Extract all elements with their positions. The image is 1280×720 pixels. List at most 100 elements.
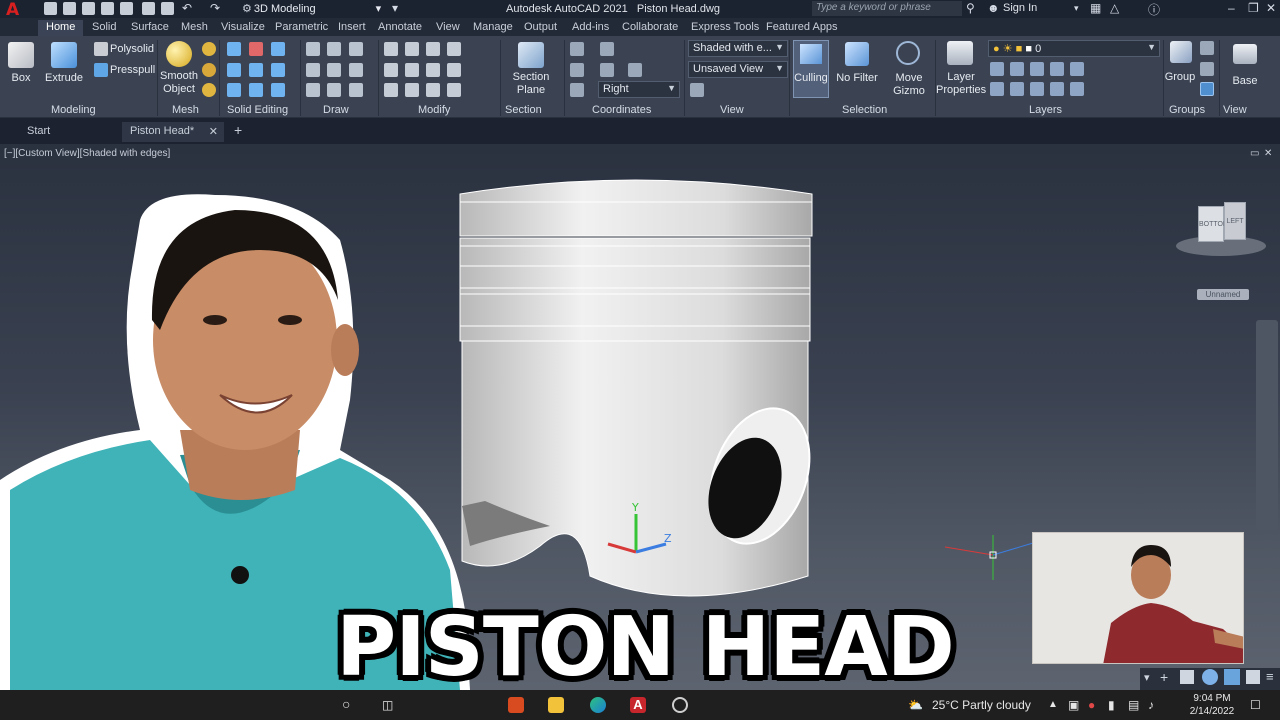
helix-icon[interactable] bbox=[327, 83, 341, 97]
tab-parametric[interactable]: Parametric bbox=[275, 21, 328, 33]
offset-icon[interactable] bbox=[426, 83, 440, 97]
file-explorer-icon[interactable] bbox=[548, 697, 564, 713]
open-file-icon[interactable] bbox=[63, 2, 76, 15]
mesh-tool-icon[interactable] bbox=[202, 63, 216, 77]
section-plane-icon[interactable] bbox=[518, 42, 544, 68]
union-icon[interactable] bbox=[227, 42, 241, 56]
restore-icon[interactable]: ❐ bbox=[1248, 1, 1259, 15]
base-button[interactable]: Base bbox=[1228, 75, 1262, 88]
close-icon[interactable]: ✕ bbox=[1266, 1, 1276, 15]
clean-screen-icon[interactable] bbox=[1246, 670, 1260, 684]
tab-view[interactable]: View bbox=[436, 21, 460, 33]
panel-draw-label[interactable]: Draw bbox=[323, 104, 349, 117]
intersect-icon[interactable] bbox=[271, 42, 285, 56]
plot-icon[interactable] bbox=[142, 2, 155, 15]
system-clock[interactable]: 9:04 PM 2/14/2022 bbox=[1188, 692, 1236, 718]
print-icon[interactable] bbox=[161, 2, 174, 15]
array-icon[interactable] bbox=[405, 42, 419, 56]
ucs-origin-icon[interactable] bbox=[570, 63, 584, 77]
panel-section-label[interactable]: Section bbox=[505, 104, 542, 117]
search-input[interactable]: Type a keyword or phrase bbox=[812, 1, 962, 16]
layer-tool-icon[interactable] bbox=[1010, 82, 1024, 96]
scale-icon[interactable] bbox=[405, 83, 419, 97]
panel-view-base-label[interactable]: View bbox=[1223, 104, 1247, 117]
cart-icon[interactable]: ▦ bbox=[1090, 1, 1101, 15]
isolate-objects-icon[interactable] bbox=[1202, 669, 1218, 685]
customization-icon[interactable]: ≡ bbox=[1266, 669, 1274, 684]
customize-qat-icon[interactable]: ▾ bbox=[392, 1, 398, 15]
panel-view-label[interactable]: View bbox=[720, 104, 744, 117]
viewport-controls-label[interactable]: [−][Custom View][Shaded with edges] bbox=[4, 148, 170, 159]
layer-properties-button[interactable]: Layer Properties bbox=[936, 71, 986, 97]
microphone-icon[interactable]: ▮ bbox=[1108, 698, 1115, 712]
filter-icon[interactable] bbox=[845, 42, 869, 66]
ellipse-icon[interactable] bbox=[349, 63, 363, 77]
panel-layers-label[interactable]: Layers bbox=[1029, 104, 1062, 117]
panel-solid-editing-label[interactable]: Solid Editing bbox=[227, 104, 288, 117]
ungroup-icon[interactable] bbox=[1200, 41, 1214, 55]
tab-featured-apps[interactable]: Featured Apps bbox=[766, 21, 838, 33]
tab-start[interactable]: Start bbox=[27, 125, 50, 137]
web-mobile-icon[interactable] bbox=[120, 2, 133, 15]
viewcube-face-bottom[interactable]: BOTTOM bbox=[1198, 206, 1229, 242]
extract-edges-icon[interactable] bbox=[249, 63, 263, 77]
chevron-up-icon[interactable]: ▲ bbox=[1048, 699, 1058, 710]
layer-tool-icon[interactable] bbox=[1010, 62, 1024, 76]
layer-tool-icon[interactable] bbox=[1030, 82, 1044, 96]
close-viewport-icon[interactable]: ✕ bbox=[1264, 148, 1272, 159]
copy-icon[interactable] bbox=[384, 63, 398, 77]
new-file-icon[interactable] bbox=[44, 2, 57, 15]
workspace-switcher[interactable]: ⚙ 3D Modeling ▾ bbox=[242, 2, 381, 15]
group-button[interactable]: Group bbox=[1163, 71, 1197, 84]
polysolid-button[interactable]: Polysolid bbox=[110, 43, 154, 56]
tab-collaborate[interactable]: Collaborate bbox=[622, 21, 678, 33]
ucs-face-icon[interactable] bbox=[570, 83, 584, 97]
network-icon[interactable]: ▤ bbox=[1128, 698, 1139, 712]
move-gizmo-icon[interactable] bbox=[896, 41, 920, 65]
notifications-icon[interactable]: ☐ bbox=[1250, 698, 1261, 712]
spline-icon[interactable] bbox=[349, 83, 363, 97]
new-tab-icon[interactable]: + bbox=[234, 122, 242, 138]
help-icon[interactable]: ⓘ bbox=[1148, 1, 1160, 18]
polygon-icon[interactable] bbox=[306, 83, 320, 97]
move-gizmo-button[interactable]: Move Gizmo bbox=[888, 72, 930, 98]
autodesk-a360-icon[interactable]: △ bbox=[1110, 1, 1119, 15]
tab-mesh[interactable]: Mesh bbox=[181, 21, 208, 33]
arc-icon[interactable] bbox=[306, 63, 320, 77]
autocad-taskbar-icon[interactable]: A bbox=[630, 697, 646, 713]
group-icon[interactable] bbox=[1170, 41, 1192, 63]
tray-icon[interactable]: ● bbox=[1088, 698, 1095, 712]
line-icon[interactable] bbox=[306, 42, 320, 56]
layer-properties-icon[interactable] bbox=[947, 41, 973, 65]
slice-icon[interactable] bbox=[227, 63, 241, 77]
ucs-world-icon[interactable] bbox=[600, 42, 614, 56]
tab-annotate[interactable]: Annotate bbox=[378, 21, 422, 33]
trim-icon[interactable] bbox=[447, 42, 461, 56]
save-icon[interactable] bbox=[82, 2, 95, 15]
move-icon[interactable] bbox=[426, 42, 440, 56]
layer-tool-icon[interactable] bbox=[1070, 62, 1084, 76]
group-edit-icon[interactable] bbox=[1200, 62, 1214, 76]
panel-groups-label[interactable]: Groups bbox=[1169, 104, 1205, 117]
panel-mesh-label[interactable]: Mesh bbox=[172, 104, 199, 117]
culling-button[interactable]: Culling bbox=[793, 40, 829, 98]
ucs-named-dropdown[interactable]: Right ▼ bbox=[598, 81, 680, 98]
mirror-icon[interactable] bbox=[384, 42, 398, 56]
annotation-monitor-icon[interactable] bbox=[1180, 670, 1194, 684]
layer-tool-icon[interactable] bbox=[1050, 82, 1064, 96]
layer-tool-icon[interactable] bbox=[1070, 82, 1084, 96]
rotate-3d-icon[interactable] bbox=[426, 63, 440, 77]
shell-icon[interactable] bbox=[227, 83, 241, 97]
ucs-3point-icon[interactable] bbox=[600, 63, 614, 77]
layer-tool-icon[interactable] bbox=[990, 82, 1004, 96]
app-taskbar-icon[interactable] bbox=[672, 697, 688, 713]
layer-tool-icon[interactable] bbox=[1050, 62, 1064, 76]
layer-tool-icon[interactable] bbox=[1030, 62, 1044, 76]
task-view-icon[interactable]: ◫ bbox=[382, 698, 393, 712]
subtract-icon[interactable] bbox=[249, 42, 263, 56]
no-filter-button[interactable]: No Filter bbox=[834, 72, 880, 85]
plus-icon[interactable]: + bbox=[1160, 669, 1168, 685]
smooth-object-icon[interactable] bbox=[166, 41, 192, 67]
tab-insert[interactable]: Insert bbox=[338, 21, 366, 33]
rectangle-icon[interactable] bbox=[327, 63, 341, 77]
